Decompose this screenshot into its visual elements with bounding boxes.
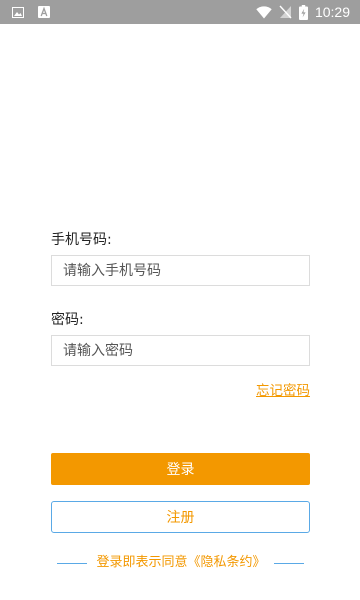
phone-label: 手机号码: [51, 232, 112, 248]
no-sim-icon [279, 5, 292, 19]
a-icon [38, 6, 50, 18]
phone-field[interactable] [51, 255, 310, 286]
privacy-agreement-link[interactable]: 登录即表示同意《隐私条约》 [95, 554, 267, 572]
forgot-password-link[interactable]: 忘记密码 [256, 382, 310, 400]
agreement-row: 登录即表示同意《隐私条约》 [0, 554, 360, 572]
battery-charging-icon [298, 4, 308, 20]
agreement-divider-left [57, 563, 87, 564]
status-bar: 10:29 [0, 0, 360, 24]
login-button[interactable]: 登录 [51, 453, 310, 485]
phone-input[interactable] [52, 256, 309, 285]
wifi-icon [256, 5, 272, 18]
status-bar-system: 10:29 [256, 3, 350, 21]
status-bar-notifications [12, 6, 50, 18]
register-button[interactable]: 注册 [51, 501, 310, 533]
status-time: 10:29 [314, 4, 350, 20]
password-input[interactable] [52, 336, 309, 365]
password-field[interactable] [51, 335, 310, 366]
image-icon [12, 6, 24, 18]
password-label: 密码: [51, 312, 84, 328]
agreement-divider-right [274, 563, 304, 564]
